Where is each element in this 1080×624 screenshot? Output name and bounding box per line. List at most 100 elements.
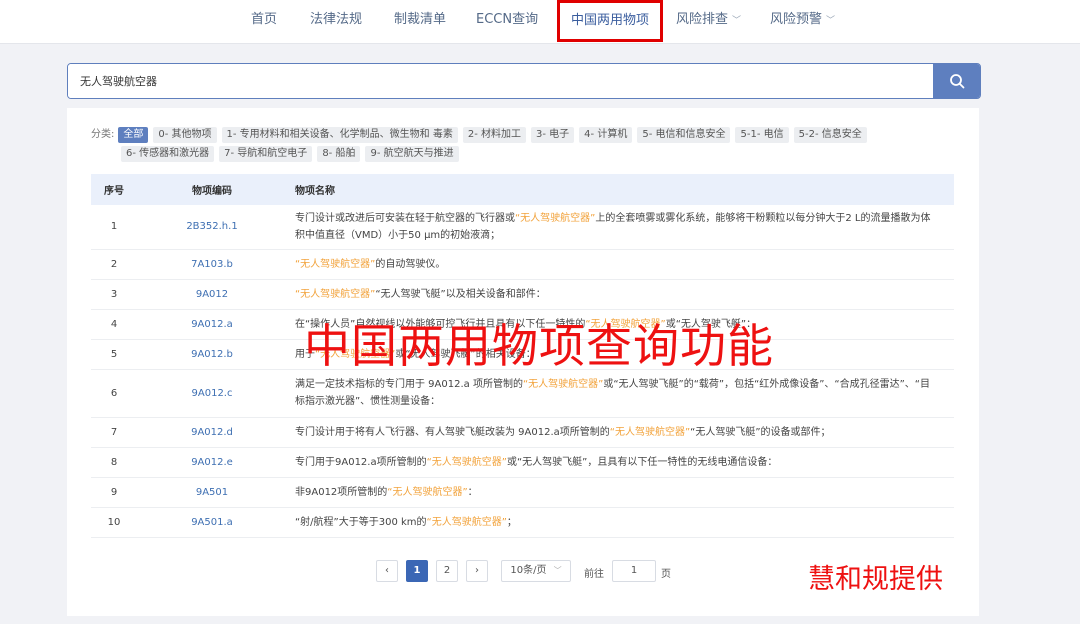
page-size-select[interactable]: 10条/页 ﹀ [501, 560, 571, 582]
table-row[interactable]: 3 9A012 “无人驾驶航空器”“无人驾驶飞艇”以及相关设备和部件： [91, 279, 954, 310]
row-index: 10 [91, 507, 137, 538]
keyword-highlight: “无人驾驶航空器” [609, 426, 691, 438]
row-item-code-link[interactable]: 2B352.h.1 [137, 205, 287, 250]
table-row[interactable]: 6 9A012.c 满足一定技术指标的专门用于 9A012.a 项所管制的“无人驾驶… [91, 369, 954, 418]
keyword-highlight: “无人驾驶航空器” [295, 288, 376, 300]
page-unit-label: 页 [661, 569, 671, 580]
page-button-2[interactable]: 2 [436, 560, 458, 582]
table-row[interactable]: 2 7A103.b “无人驾驶航空器”的自动驾驶仪。 [91, 249, 954, 280]
row-item-code-link[interactable]: 9A012 [137, 279, 287, 310]
category-tag-9[interactable]: 9- 航空航天与推进 [365, 146, 459, 162]
item-name-text: “射/航程”大于等于300 km的 [295, 516, 427, 528]
category-tag-5-1[interactable]: 5-1- 电信 [735, 127, 789, 143]
item-name-text: 专门设计或改进后可安装在轻于航空器的飞行器或 [295, 212, 515, 224]
nav-risk-alert[interactable]: 风险预警 ﹀ [770, 0, 835, 40]
category-tag-5-2[interactable]: 5-2- 信息安全 [793, 127, 867, 143]
row-item-name: 专门设计用于将有人飞行器、有人驾驶飞艇改装为 9A012.a项所管制的“无人驾驶… [287, 417, 954, 448]
category-tag-4[interactable]: 4- 计算机 [579, 127, 633, 143]
row-item-code-link[interactable]: 7A103.b [137, 249, 287, 280]
row-index: 1 [91, 205, 137, 250]
row-item-code-link[interactable]: 9A501 [137, 477, 287, 508]
category-tag-3[interactable]: 3- 电子 [531, 127, 575, 143]
item-name-text: ； [506, 516, 517, 528]
category-tag-8[interactable]: 8- 船舶 [317, 146, 361, 162]
table-row[interactable]: 1 2B352.h.1 专门设计或改进后可安装在轻于航空器的飞行器或“无人驾驶航空器… [91, 205, 954, 250]
row-item-code-link[interactable]: 9A012.c [137, 369, 287, 418]
item-name-text: 的自动驾驶仪。 [375, 258, 446, 270]
nav-dual-use-items[interactable]: 中国两用物项 [557, 0, 663, 42]
row-item-name: “无人驾驶航空器”的自动驾驶仪。 [287, 249, 954, 280]
category-filter-row-2: 6- 传感器和激光器 7- 导航和航空电子 8- 船舶 9- 航空航天与推进 [121, 146, 464, 162]
table-header-row: 序号 物项编码 物项名称 [91, 174, 954, 205]
nav-risk-alert-label: 风险预警 [770, 12, 823, 27]
item-name-text: “无人驾驶飞艇”的设备或部件； [690, 426, 831, 438]
item-name-text: 非9A012项所管制的 [295, 486, 388, 498]
item-name-text: 或“无人驾驶飞艇”，且具有以下任一特性的无线电通信设备： [506, 456, 778, 468]
row-item-name: “无人驾驶航空器”“无人驾驶飞艇”以及相关设备和部件： [287, 279, 954, 310]
item-name-text: 满足一定技术指标的专门用于 9A012.a 项所管制的 [295, 379, 523, 390]
keyword-highlight: “无人驾驶航空器” [426, 456, 507, 468]
row-index: 2 [91, 249, 137, 280]
row-index: 8 [91, 447, 137, 478]
search-button[interactable] [933, 64, 980, 98]
row-index: 5 [91, 339, 137, 370]
category-tag-5[interactable]: 5- 电信和信息安全 [637, 127, 731, 143]
chevron-down-icon: ﹀ [732, 16, 742, 26]
row-item-name: 专门设计或改进后可安装在轻于航空器的飞行器或“无人驾驶航空器”上的全套喷雾或雾化… [287, 205, 954, 250]
nav-laws[interactable]: 法律法规 [310, 0, 362, 40]
goto-page-input[interactable]: 1 [612, 560, 656, 582]
search-bar [67, 63, 981, 99]
category-label: 分类: [91, 129, 115, 140]
table-row[interactable]: 9 9A501 非9A012项所管制的“无人驾驶航空器”： [91, 477, 954, 508]
category-tag-7[interactable]: 7- 导航和航空电子 [219, 146, 313, 162]
row-item-name: 非9A012项所管制的“无人驾驶航空器”： [287, 477, 954, 508]
chevron-down-icon: ﹀ [553, 566, 562, 575]
table-row[interactable]: 7 9A012.d 专门设计用于将有人飞行器、有人驾驶飞艇改装为 9A012.a项所… [91, 417, 954, 448]
top-navigation: 首页 法律法规 制裁清单 ECCN查询 中国两用物项 风险排查 ﹀ 风险预警 ﹀ [0, 0, 1080, 44]
keyword-highlight: “无人驾驶航空器” [295, 258, 376, 270]
overlay-credit: 慧和规提供 [808, 564, 943, 595]
prev-page-button[interactable]: ‹ [376, 560, 398, 582]
row-item-code-link[interactable]: 9A012.a [137, 309, 287, 340]
row-item-code-link[interactable]: 9A501.a [137, 507, 287, 538]
keyword-highlight: “无人驾驶航空器” [515, 212, 596, 224]
header-index: 序号 [91, 174, 137, 205]
item-name-text: ： [467, 486, 478, 498]
row-item-code-link[interactable]: 9A012.e [137, 447, 287, 478]
row-index: 3 [91, 279, 137, 310]
nav-sanctions[interactable]: 制裁清单 [394, 0, 446, 40]
nav-eccn[interactable]: ECCN查询 [476, 0, 538, 40]
item-name-text: “无人驾驶飞艇”以及相关设备和部件： [375, 288, 546, 300]
category-tag-6[interactable]: 6- 传感器和激光器 [121, 146, 215, 162]
row-index: 4 [91, 309, 137, 340]
keyword-highlight: “无人驾驶航空器” [426, 516, 507, 528]
category-tag-1[interactable]: 1- 专用材料和相关设备、化学制品、微生物和 毒素 [221, 127, 458, 143]
chevron-down-icon: ﹀ [826, 16, 836, 26]
table-row[interactable]: 8 9A012.e 专门用于9A012.a项所管制的“无人驾驶航空器”或“无人驾驶飞… [91, 447, 954, 478]
nav-risk-check-label: 风险排查 [676, 12, 729, 27]
search-icon [949, 74, 964, 89]
table-row[interactable]: 10 9A501.a “射/航程”大于等于300 km的“无人驾驶航空器”； [91, 507, 954, 538]
search-input[interactable] [68, 64, 934, 98]
keyword-highlight: “无人驾驶航空器” [387, 486, 468, 498]
row-index: 7 [91, 417, 137, 448]
category-tag-0[interactable]: 0- 其他物项 [153, 127, 217, 143]
header-name: 物项名称 [287, 174, 954, 205]
overlay-title: 中国两用物项查询功能 [304, 319, 774, 373]
next-page-button[interactable]: › [466, 560, 488, 582]
row-item-code-link[interactable]: 9A012.d [137, 417, 287, 448]
item-name-text: 专门用于9A012.a项所管制的 [295, 456, 427, 468]
item-name-text: 专门设计用于将有人飞行器、有人驾驶飞艇改装为 9A012.a项所管制的 [295, 426, 610, 438]
category-tag-2[interactable]: 2- 材料加工 [462, 127, 527, 143]
category-tag-all[interactable]: 全部 [118, 127, 149, 143]
page-size-value: 10条/页 [510, 565, 547, 576]
nav-risk-check[interactable]: 风险排查 ﹀ [676, 0, 741, 40]
row-index: 6 [91, 369, 137, 418]
page-button-1[interactable]: 1 [406, 560, 428, 582]
nav-home[interactable]: 首页 [251, 0, 277, 40]
row-index: 9 [91, 477, 137, 508]
header-code: 物项编码 [137, 174, 287, 205]
row-item-code-link[interactable]: 9A012.b [137, 339, 287, 370]
row-item-name: 满足一定技术指标的专门用于 9A012.a 项所管制的“无人驾驶航空器”或“无人… [287, 369, 954, 418]
row-item-name: “射/航程”大于等于300 km的“无人驾驶航空器”； [287, 507, 954, 538]
